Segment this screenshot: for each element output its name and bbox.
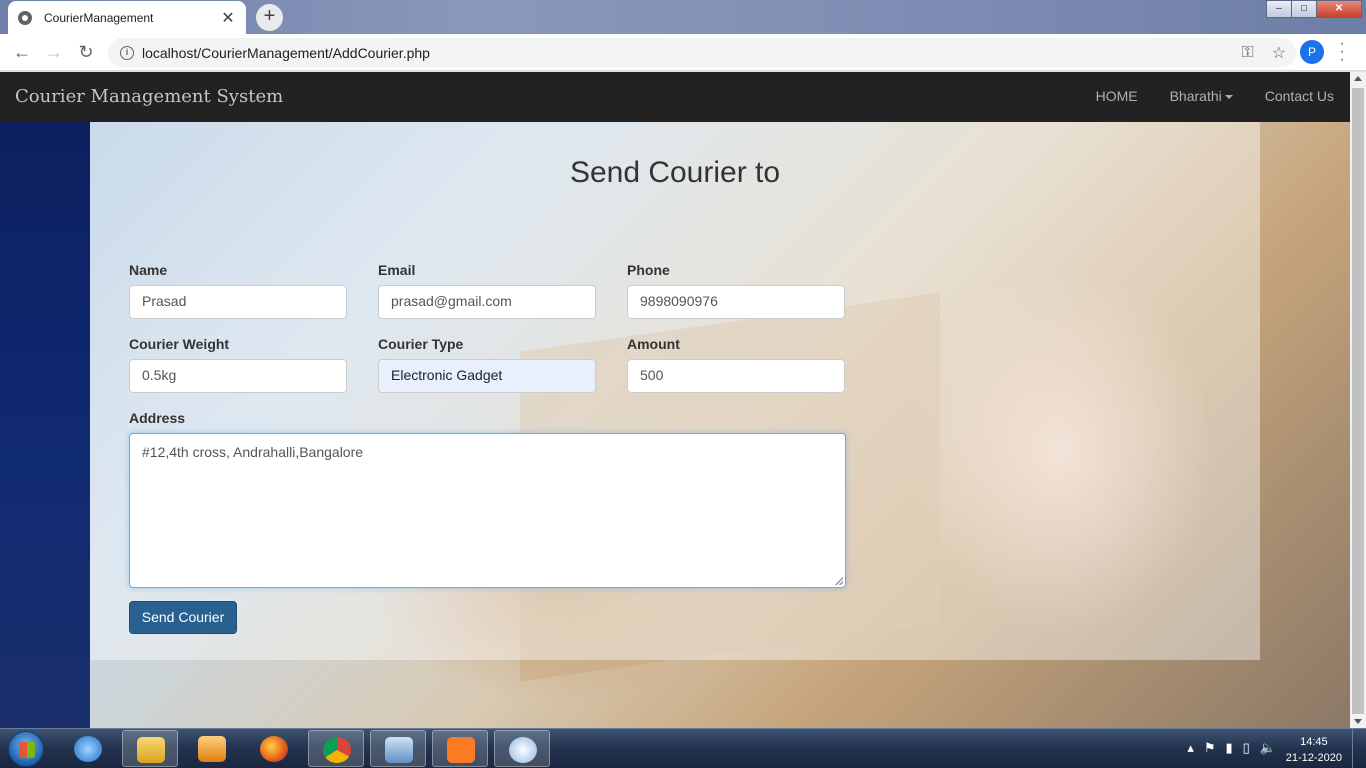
file-explorer-icon[interactable] [122, 730, 178, 767]
network-icon[interactable]: ▮ [1226, 740, 1233, 756]
weight-field-group: Courier Weight 0.5kg [129, 336, 347, 393]
star-icon[interactable]: ☆ [1272, 43, 1286, 63]
amount-label: Amount [627, 336, 680, 352]
site-brand[interactable]: Courier Management System [15, 86, 283, 107]
address-label: Address [129, 410, 186, 426]
windows-taskbar: ▴ ⚑ ▮ ▯ 🔈 14:45 21-12-2020 [0, 728, 1366, 768]
name-field-group: Name Prasad [129, 262, 347, 319]
email-field-group: Email prasad@gmail.com [378, 262, 596, 319]
globe-icon [18, 10, 32, 25]
flag-icon[interactable]: ⚑ [1204, 740, 1216, 756]
minimize-button[interactable]: – [1266, 0, 1292, 18]
type-field-group: Courier Type Electronic Gadget [378, 336, 596, 393]
nav-home[interactable]: HOME [1096, 88, 1138, 104]
nav-links: HOME Bharathi Contact Us [1096, 88, 1334, 104]
scroll-up-icon[interactable] [1354, 76, 1362, 81]
menu-icon[interactable]: · · · [1337, 36, 1347, 68]
url-text[interactable]: localhost/CourierManagement/AddCourier.p… [142, 45, 430, 61]
form-panel: Send Courier to Name Prasad Email prasad… [90, 122, 1260, 660]
xampp-icon[interactable] [432, 730, 488, 767]
firefox-icon[interactable] [246, 730, 302, 767]
address-bar[interactable]: i localhost/CourierManagement/AddCourier… [108, 38, 1296, 67]
nav-contact[interactable]: Contact Us [1265, 88, 1334, 104]
courier-type-input[interactable]: Electronic Gadget [378, 359, 596, 393]
internet-explorer-icon[interactable] [60, 730, 116, 767]
amount-field-group: Amount 500 [627, 336, 845, 393]
start-button[interactable] [8, 731, 44, 767]
resize-grip-icon[interactable] [835, 577, 843, 585]
phone-input[interactable]: 9898090976 [627, 285, 845, 319]
page-viewport: Courier Management System HOME Bharathi … [0, 72, 1350, 728]
nav-user-dropdown[interactable]: Bharathi [1170, 88, 1233, 104]
address-textarea[interactable]: #12,4th cross, Andrahalli,Bangalore [129, 433, 846, 588]
profile-avatar[interactable]: P [1300, 40, 1324, 64]
clock-time: 14:45 [1300, 736, 1328, 748]
send-courier-button[interactable]: Send Courier [129, 601, 237, 634]
key-icon[interactable]: ⚿ [1241, 44, 1253, 62]
type-label: Courier Type [378, 336, 464, 352]
paint-icon[interactable] [494, 730, 550, 767]
phone-label: Phone [627, 262, 670, 278]
clock-date: 21-12-2020 [1285, 752, 1342, 764]
phone-field-group: Phone 9898090976 [627, 262, 845, 319]
forward-icon[interactable]: → [43, 41, 65, 63]
address-field-group: Address #12,4th cross, Andrahalli,Bangal… [129, 410, 846, 588]
system-tray: ▴ ⚑ ▮ ▯ 🔈 [1187, 740, 1276, 756]
weight-label: Courier Weight [129, 336, 230, 352]
scroll-down-icon[interactable] [1354, 719, 1362, 724]
clock[interactable]: 14:45 21-12-2020 [1286, 734, 1342, 766]
scroll-thumb[interactable] [1352, 88, 1364, 714]
browser-tab[interactable]: CourierManagement ✕ [8, 1, 246, 34]
email-input[interactable]: prasad@gmail.com [378, 285, 596, 319]
power-icon[interactable]: ▯ [1243, 740, 1250, 756]
tab-close-icon[interactable]: ✕ [220, 8, 236, 28]
name-input[interactable]: Prasad [129, 285, 347, 319]
site-info-icon[interactable]: i [120, 45, 134, 60]
show-desktop-button[interactable] [1352, 729, 1366, 768]
amount-input[interactable]: 500 [627, 359, 845, 393]
caret-down-icon [1224, 95, 1233, 100]
chrome-icon[interactable] [308, 730, 364, 767]
maximize-button[interactable]: □ [1291, 0, 1317, 18]
browser-toolbar: ← → ↻ i localhost/CourierManagement/AddC… [0, 34, 1366, 71]
tab-title: CourierManagement [44, 10, 154, 25]
remote-desktop-icon[interactable] [370, 730, 426, 767]
window-controls: – □ ✕ [1266, 0, 1362, 18]
new-tab-button[interactable]: + [256, 4, 283, 31]
reload-icon[interactable]: ↻ [75, 41, 97, 63]
browser-tabstrip: CourierManagement ✕ + – □ ✕ [0, 0, 1366, 34]
volume-icon[interactable]: 🔈 [1260, 740, 1276, 756]
email-label: Email [378, 262, 416, 278]
nav-user-label: Bharathi [1169, 88, 1222, 104]
page-scrollbar[interactable] [1350, 72, 1366, 728]
weight-input[interactable]: 0.5kg [129, 359, 347, 393]
media-player-icon[interactable] [184, 730, 240, 767]
back-icon[interactable]: ← [11, 41, 33, 63]
name-label: Name [129, 262, 168, 278]
site-navbar: Courier Management System HOME Bharathi … [0, 72, 1350, 122]
address-text: #12,4th cross, Andrahalli,Bangalore [142, 444, 364, 460]
show-hidden-icons-icon[interactable]: ▴ [1187, 740, 1194, 756]
close-window-button[interactable]: ✕ [1316, 0, 1362, 18]
page-title: Send Courier to [569, 156, 781, 189]
